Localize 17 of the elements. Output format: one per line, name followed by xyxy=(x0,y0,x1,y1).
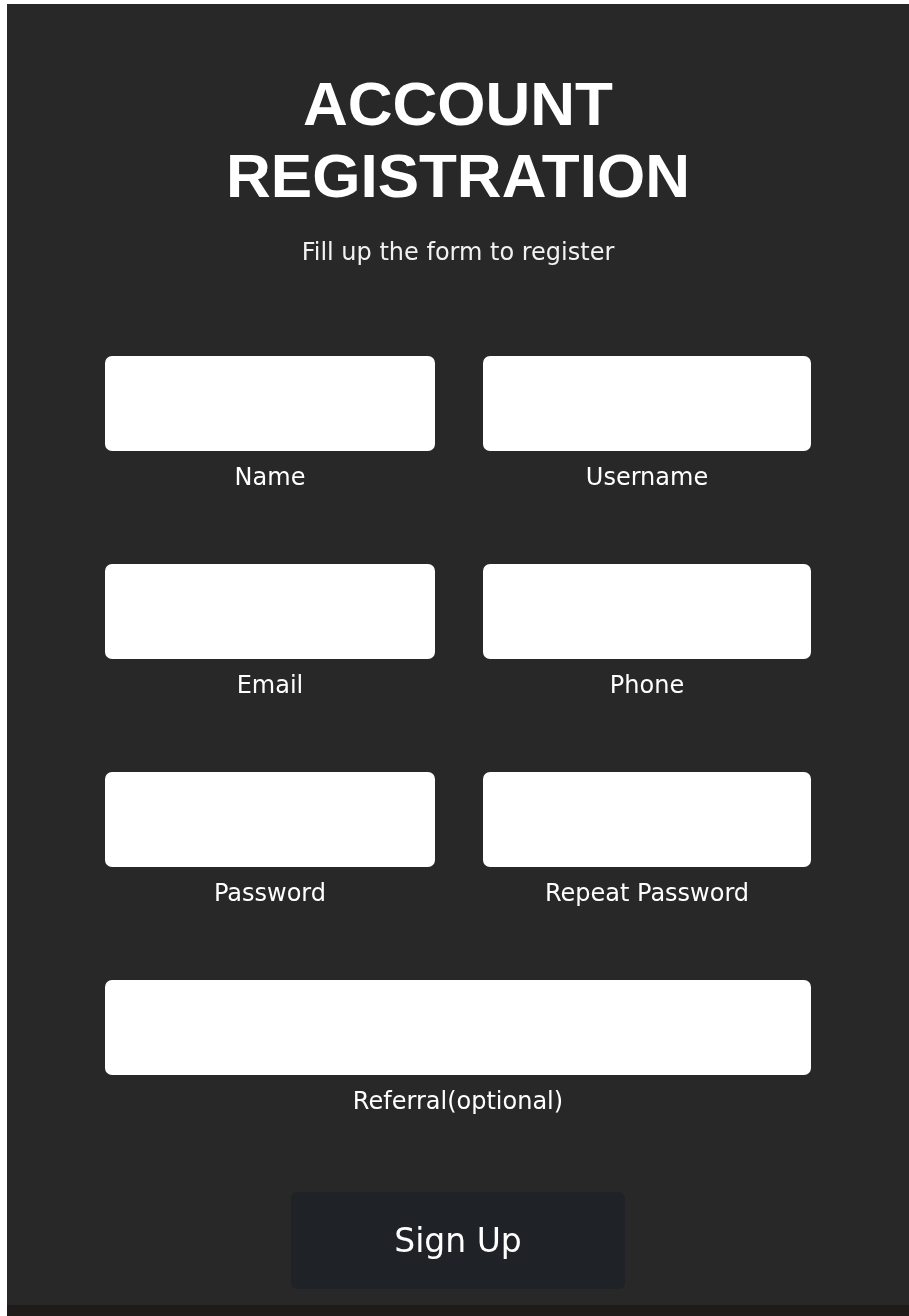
field-label: Username xyxy=(585,462,709,493)
field-label: Name xyxy=(234,462,306,493)
input-field[interactable] xyxy=(105,772,435,867)
input-field[interactable] xyxy=(483,564,811,659)
input-field[interactable] xyxy=(105,356,435,451)
form-title: ACCOUNT REGISTRATION xyxy=(225,68,691,212)
input-field[interactable] xyxy=(105,980,811,1075)
input-field[interactable] xyxy=(105,564,435,659)
field-label: Referral(optional) xyxy=(352,1086,564,1117)
input-field[interactable] xyxy=(483,772,811,867)
field-label: Phone xyxy=(609,670,685,701)
input-field[interactable] xyxy=(483,356,811,451)
field-label: Repeat Password xyxy=(544,878,750,909)
sign-up-button[interactable]: Sign Up xyxy=(291,1192,625,1289)
field-label: Email xyxy=(236,670,304,701)
field-label: Password xyxy=(213,878,327,909)
form-subtitle: Fill up the form to register xyxy=(301,238,615,266)
